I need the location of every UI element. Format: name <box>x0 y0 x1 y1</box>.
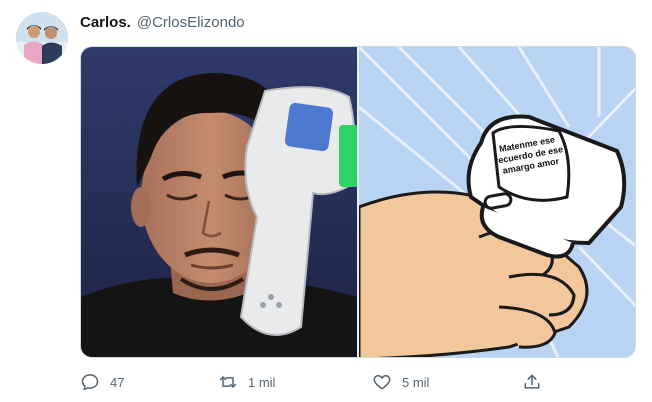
user-handle[interactable]: @CrlosElizondo <box>137 14 245 31</box>
reply-count: 47 <box>110 374 125 390</box>
avatar[interactable] <box>16 12 68 64</box>
share-icon <box>524 374 540 389</box>
reply-icon <box>81 374 99 391</box>
retweet-button[interactable]: 1 mil <box>218 370 275 394</box>
like-count: 5 mil <box>402 374 430 390</box>
retweet-icon <box>219 376 237 388</box>
heart-icon <box>373 375 391 390</box>
tweet-media[interactable]: Matenme ese recuerdo de ese amargo amor <box>80 46 636 358</box>
tweet: Carlos. @CrlosElizondo Matenme ese recue… <box>0 0 652 402</box>
display-name[interactable]: Carlos. <box>80 14 131 31</box>
reply-button[interactable]: 47 <box>80 370 124 394</box>
like-button[interactable]: 5 mil <box>372 370 429 394</box>
media-image-right[interactable]: Matenme ese recuerdo de ese amargo amor <box>359 47 635 357</box>
retweet-count: 1 mil <box>248 374 276 390</box>
media-image-left[interactable] <box>81 47 357 357</box>
share-button[interactable] <box>522 370 542 394</box>
tweet-header: Carlos. @CrlosElizondo <box>80 14 245 34</box>
tweet-actions: 47 1 mil 5 mil <box>80 370 550 394</box>
